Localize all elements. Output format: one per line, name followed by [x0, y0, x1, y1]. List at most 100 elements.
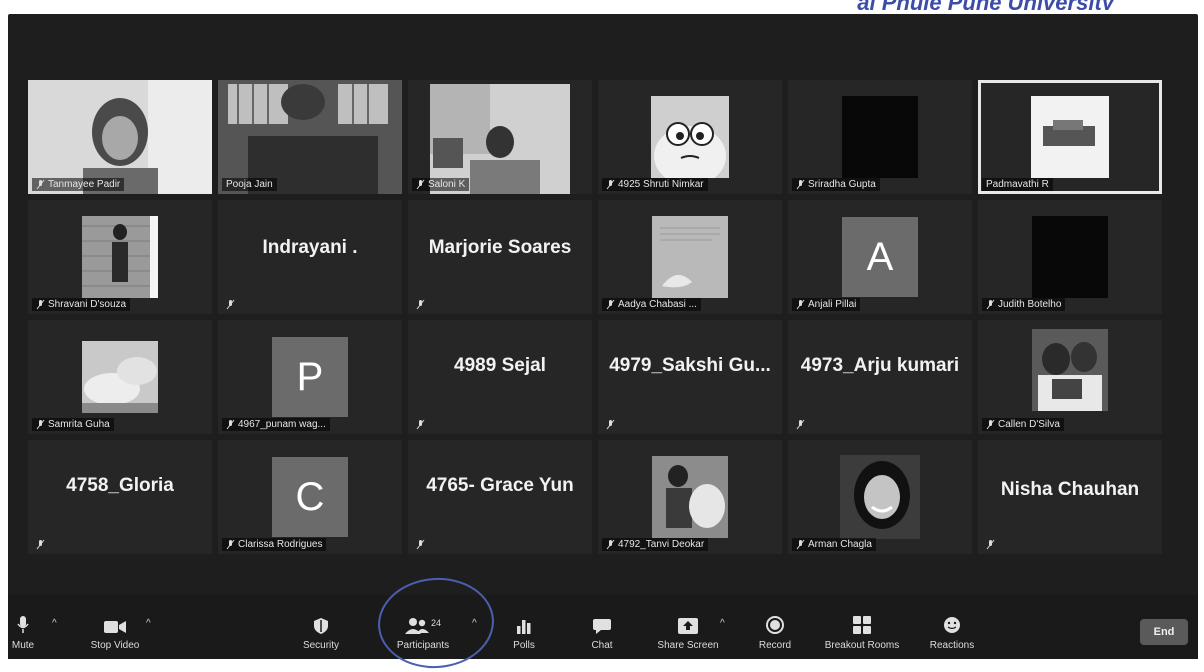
meeting-window: Tanmayee Padir Pooja Jain Saloni K 4925 … [8, 14, 1198, 659]
reactions-label: Reactions [929, 640, 975, 651]
cartoon-avatar [651, 96, 729, 178]
video-tile[interactable]: Marjorie Soares [408, 200, 592, 314]
participant-photo [408, 80, 592, 194]
video-tile[interactable]: Arman Chagla [788, 440, 972, 554]
participant-name: Nisha Chauhan [1000, 479, 1140, 501]
muted-mic-icon [986, 419, 995, 430]
participant-name: 4989 Sejal [454, 354, 546, 376]
record-button[interactable]: Record [750, 616, 800, 651]
participant-name-label: 4792_Tanvi Deokar [602, 538, 709, 551]
participant-name-label: Arman Chagla [792, 538, 876, 551]
video-tile[interactable]: Sriradha Gupta [788, 80, 972, 194]
muted-mic-icon [986, 299, 995, 310]
participant-photo [28, 80, 212, 194]
video-tile[interactable]: Callen D'Silva [978, 320, 1162, 434]
muted-mic-icon [226, 539, 235, 550]
participant-name-label [982, 538, 999, 551]
muted-mic-icon [416, 179, 425, 190]
participant-photo [218, 80, 402, 194]
initial-avatar: P [272, 337, 348, 417]
audio-options-caret[interactable]: ^ [52, 618, 57, 629]
participant-name: 4758_Gloria [66, 474, 174, 496]
participant-name-label: Padmavathi R [982, 178, 1053, 191]
video-tile[interactable]: P 4967_punam wag... [218, 320, 402, 434]
gallery-grid: Tanmayee Padir Pooja Jain Saloni K 4925 … [28, 80, 1190, 560]
mute-button[interactable]: Mute [8, 616, 38, 651]
video-tile[interactable]: Tanmayee Padir [28, 80, 212, 194]
muted-mic-icon [796, 419, 805, 430]
participant-name: Marjorie Soares [428, 236, 572, 258]
participant-name-label: Aadya Chabasi ... [602, 298, 701, 311]
security-button[interactable]: Security [296, 618, 346, 651]
video-tile[interactable]: Pooja Jain [218, 80, 402, 194]
polls-button[interactable]: Polls [504, 618, 544, 651]
share-options-caret[interactable]: ^ [720, 618, 725, 629]
black-avatar [1032, 216, 1108, 298]
participant-name-label: Judith Botelho [982, 298, 1066, 311]
video-tile-active-speaker[interactable]: Padmavathi R [978, 80, 1162, 194]
muted-mic-icon [606, 179, 615, 190]
muted-mic-icon [416, 299, 425, 310]
participant-avatar [82, 341, 158, 413]
participant-avatar [652, 216, 728, 298]
muted-mic-icon [606, 299, 615, 310]
muted-mic-icon [416, 419, 425, 430]
participant-name-label [792, 418, 809, 431]
breakout-rooms-button[interactable]: Breakout Rooms [814, 616, 910, 651]
university-banner: ai Phule Pune University [857, 0, 1114, 10]
participant-name-label: Sriradha Gupta [792, 178, 880, 191]
video-tile[interactable]: 4925 Shruti Nimkar [598, 80, 782, 194]
polls-icon [517, 620, 531, 634]
participant-avatar [1032, 329, 1108, 412]
participant-name-label: Pooja Jain [222, 178, 277, 191]
participant-name-label [222, 298, 239, 311]
participant-name-label: 4967_punam wag... [222, 418, 330, 431]
video-tile[interactable]: 4765- Grace Yun [408, 440, 592, 554]
participant-name-label: Saloni K [412, 178, 470, 191]
muted-mic-icon [36, 179, 45, 190]
participant-name-label: Anjali Pillai [792, 298, 861, 311]
reactions-icon [944, 617, 960, 633]
end-meeting-button[interactable]: End [1140, 619, 1188, 645]
muted-mic-icon [986, 539, 995, 550]
video-tile[interactable]: 4758_Gloria [28, 440, 212, 554]
video-tile[interactable]: Samrita Guha [28, 320, 212, 434]
video-tile[interactable]: Aadya Chabasi ... [598, 200, 782, 314]
shield-icon [314, 618, 328, 634]
video-tile[interactable]: 4973_Arju kumari [788, 320, 972, 434]
record-icon [766, 616, 784, 634]
security-label: Security [302, 640, 340, 651]
meeting-toolbar: Mute ^ Stop Video ^ Security 24 Particip… [8, 595, 1198, 659]
stop-video-label: Stop Video [90, 640, 140, 651]
share-screen-button[interactable]: Share Screen [648, 618, 728, 651]
video-tile[interactable]: Saloni K [408, 80, 592, 194]
video-tile[interactable]: C Clarissa Rodrigues [218, 440, 402, 554]
participant-name: 4979_Sakshi Gu... [609, 354, 771, 376]
muted-mic-icon [226, 299, 235, 310]
video-tile[interactable]: 4792_Tanvi Deokar [598, 440, 782, 554]
participant-name-label: 4925 Shruti Nimkar [602, 178, 708, 191]
record-label: Record [758, 640, 792, 651]
chat-button[interactable]: Chat [582, 618, 622, 651]
video-tile[interactable]: Shravani D'souza [28, 200, 212, 314]
reactions-button[interactable]: Reactions [922, 616, 982, 651]
video-tile[interactable]: 4979_Sakshi Gu... [598, 320, 782, 434]
share-screen-label: Share Screen [657, 640, 719, 651]
participant-name-label [412, 538, 429, 551]
initial-avatar: C [272, 457, 348, 537]
video-tile[interactable]: Judith Botelho [978, 200, 1162, 314]
video-tile[interactable]: 4989 Sejal [408, 320, 592, 434]
video-tile[interactable]: Nisha Chauhan [978, 440, 1162, 554]
participant-avatar [1031, 96, 1109, 178]
chat-label: Chat [591, 640, 613, 651]
initial-avatar: A [842, 217, 918, 297]
microphone-icon [17, 616, 29, 633]
participant-name-label: Tanmayee Padir [32, 178, 125, 191]
video-tile[interactable]: A Anjali Pillai [788, 200, 972, 314]
muted-mic-icon [796, 539, 805, 550]
participant-name-label: Shravani D'souza [32, 298, 131, 311]
video-options-caret[interactable]: ^ [146, 618, 151, 629]
muted-mic-icon [36, 539, 45, 550]
video-tile[interactable]: Indrayani . [218, 200, 402, 314]
stop-video-button[interactable]: Stop Video [80, 620, 150, 651]
